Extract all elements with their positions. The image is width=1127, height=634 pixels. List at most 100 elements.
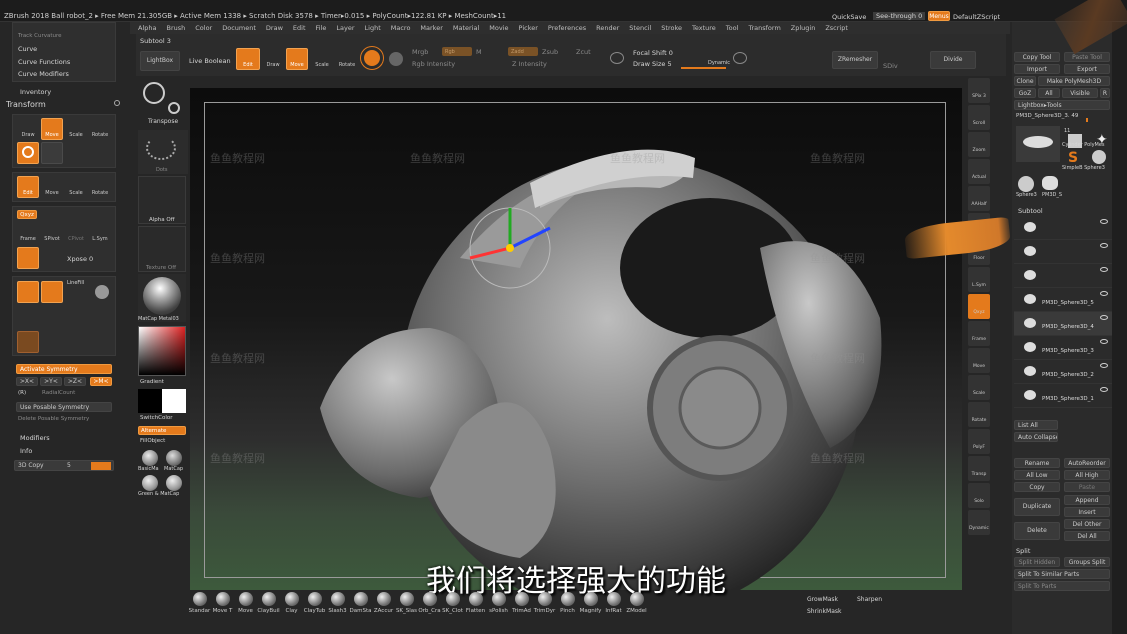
brush-8[interactable]: ZAccur <box>372 592 395 614</box>
brush-18[interactable]: InfRat <box>602 592 625 614</box>
subtool-row[interactable] <box>1014 240 1112 264</box>
brush-12[interactable]: Flatten <box>464 592 487 614</box>
see-through-slider[interactable]: See-through 0 <box>873 12 926 20</box>
menu-draw[interactable]: Draw <box>266 22 283 34</box>
color-picker[interactable] <box>138 326 186 376</box>
live-boolean-button[interactable]: Live Boolean <box>189 57 231 65</box>
copy-3d-slider[interactable]: 3D Copy 5 <box>14 460 114 471</box>
activate-symmetry-button[interactable]: Activate Symmetry <box>16 364 112 374</box>
spivot-button[interactable]: SPivot <box>41 222 63 244</box>
menu-color[interactable]: Color <box>195 22 212 34</box>
xpose-slider[interactable]: Xpose 0 <box>67 255 93 263</box>
visible-button[interactable]: Visible <box>1062 88 1098 98</box>
sharpen-mask-button[interactable]: Sharpen <box>857 596 882 603</box>
copy-subtool-button[interactable]: Copy <box>1014 482 1060 492</box>
strip-button-15[interactable]: Solo <box>968 483 990 508</box>
brush-13[interactable]: sPolish <box>487 592 510 614</box>
scale-button[interactable]: Scale <box>311 48 333 70</box>
subtool-row[interactable]: PM3D_Sphere3D_3 <box>1014 336 1112 360</box>
r-button[interactable]: R <box>1100 88 1110 98</box>
menu-texture[interactable]: Texture <box>692 22 716 34</box>
fill-object-button[interactable]: FillObject <box>140 438 165 444</box>
m-button[interactable]: M <box>476 48 482 56</box>
goz-button[interactable]: GoZ <box>1014 88 1036 98</box>
strip-button-11[interactable]: Scale <box>968 375 990 400</box>
subtool-row[interactable]: PM3D_Sphere3D_5 <box>1014 288 1112 312</box>
quicksave-button[interactable]: QuickSave <box>832 13 866 21</box>
grid-icon[interactable] <box>41 142 63 164</box>
brush-settings-icon[interactable] <box>733 52 747 64</box>
del-all-button[interactable]: Del All <box>1064 531 1110 541</box>
move2-button[interactable]: Move <box>41 176 63 198</box>
sym-z-button[interactable]: >Z< <box>64 377 86 386</box>
eye-icon[interactable] <box>1100 267 1108 272</box>
eye-icon[interactable] <box>1100 339 1108 344</box>
draw-button[interactable]: Draw <box>262 48 284 70</box>
scale2-button[interactable]: Scale <box>65 176 87 198</box>
canvas-area[interactable]: 鱼鱼教程网 鱼鱼教程网 鱼鱼教程网 鱼鱼教程网 鱼鱼教程网 鱼鱼教程网 鱼鱼教程… <box>190 88 962 599</box>
subtool-row[interactable]: PM3D_Sphere3D_2 <box>1014 360 1112 384</box>
groups-split-button[interactable]: Groups Split <box>1064 557 1110 567</box>
transform-header[interactable]: Transform <box>6 100 46 109</box>
zadd-button[interactable]: Zadd <box>508 47 538 56</box>
list-all-button[interactable]: List All <box>1014 420 1058 430</box>
subtool-row[interactable]: PM3D_Sphere3D_1 <box>1014 384 1112 408</box>
rgb-button[interactable]: Rgb <box>442 47 472 56</box>
strip-button-13[interactable]: PolyF <box>968 429 990 454</box>
strip-button-4[interactable]: AAHalf <box>968 186 990 211</box>
alpha-off-button[interactable]: Alpha Off <box>138 176 186 224</box>
subtool-row[interactable] <box>1014 264 1112 288</box>
menu-layer[interactable]: Layer <box>336 22 354 34</box>
export-button[interactable]: Export <box>1064 64 1110 74</box>
brush-14[interactable]: TrimAd <box>510 592 533 614</box>
secondary-color-swatch[interactable] <box>162 389 186 413</box>
menu-brush[interactable]: Brush <box>166 22 185 34</box>
menu-material[interactable]: Material <box>453 22 479 34</box>
brush-19[interactable]: ZModel <box>625 592 648 614</box>
sdiv-slider[interactable]: SDiv <box>883 62 898 70</box>
curve-button[interactable]: Curve <box>18 45 37 53</box>
material-button[interactable]: MatCap Metal03 <box>138 274 186 322</box>
all-low-button[interactable]: All Low <box>1014 470 1060 480</box>
pt-sel-icon[interactable] <box>65 307 87 329</box>
setup-icon[interactable] <box>89 307 111 329</box>
rotate-tool-button[interactable]: Rotate <box>89 118 111 140</box>
rename-button[interactable]: Rename <box>1014 458 1060 468</box>
strip-button-7[interactable]: L.Sym <box>968 267 990 292</box>
duplicate-button[interactable]: Duplicate <box>1014 498 1060 516</box>
eye-icon[interactable] <box>1100 387 1108 392</box>
menu-picker[interactable]: Picker <box>519 22 538 34</box>
sym-m-button[interactable]: >M< <box>90 377 112 386</box>
menu-alpha[interactable]: Alpha <box>138 22 156 34</box>
sym-y-button[interactable]: >Y< <box>40 377 62 386</box>
move-tool-button[interactable]: Move <box>41 118 63 140</box>
use-posable-symmetry-button[interactable]: Use Posable Symmetry <box>16 402 112 412</box>
move-button[interactable]: Move <box>286 48 308 70</box>
rotate2-button[interactable]: Rotate <box>89 176 111 198</box>
brush-3[interactable]: ClayBuil <box>257 592 280 614</box>
material-sphere-icon[interactable] <box>389 52 403 66</box>
simple-brush-icon[interactable]: S <box>1068 150 1078 166</box>
radial-count-slider[interactable]: RadialCount <box>42 390 75 396</box>
lsym-button[interactable]: L.Sym <box>89 222 111 244</box>
z-intensity-slider[interactable]: Z Intensity <box>512 60 547 68</box>
brush-7[interactable]: DamSta <box>349 592 372 614</box>
brush-15[interactable]: TrimDyr <box>533 592 556 614</box>
edit-tool-button[interactable]: Edit <box>17 176 39 198</box>
auto-reorder-button[interactable]: AutoReorder <box>1064 458 1110 468</box>
menu-zscript[interactable]: Zscript <box>825 22 848 34</box>
brush-6[interactable]: Slash3 <box>326 592 349 614</box>
ghost-button[interactable] <box>41 281 63 303</box>
menu-render[interactable]: Render <box>596 22 619 34</box>
panel-scrollbar[interactable] <box>1112 22 1127 634</box>
clone-button[interactable]: Clone <box>1014 76 1036 86</box>
menu-file[interactable]: File <box>316 22 327 34</box>
menu-tool[interactable]: Tool <box>726 22 739 34</box>
subtool-row[interactable] <box>1014 216 1112 240</box>
menu-zplugin[interactable]: Zplugin <box>791 22 816 34</box>
strip-button-2[interactable]: Zoom <box>968 132 990 157</box>
copy-tool-button[interactable]: Copy Tool <box>1014 52 1060 62</box>
append-button[interactable]: Append <box>1064 495 1110 505</box>
cube-icon[interactable] <box>17 307 39 329</box>
zsub-button[interactable]: Zsub <box>542 48 558 56</box>
